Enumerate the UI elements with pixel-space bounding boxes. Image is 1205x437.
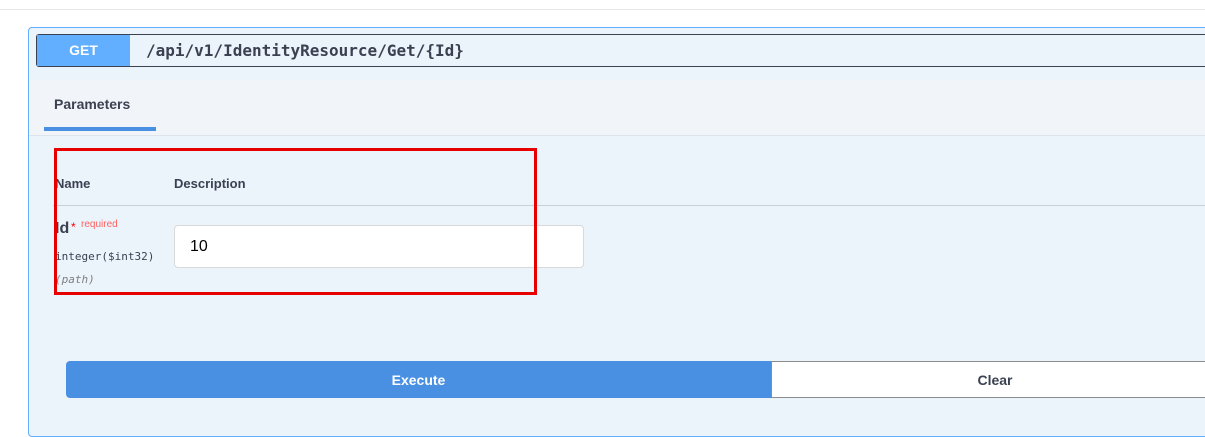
- id-parameter-input[interactable]: [174, 225, 584, 268]
- required-label: required: [81, 219, 118, 230]
- method-badge: GET: [37, 35, 130, 66]
- tab-parameters[interactable]: Parameters: [54, 96, 130, 112]
- column-header-description: Description: [174, 176, 246, 191]
- execute-button[interactable]: Execute: [66, 361, 771, 398]
- table-header-divider: [53, 205, 1205, 206]
- parameter-location: (path): [55, 273, 95, 286]
- tab-active-indicator: [44, 127, 156, 131]
- highlight-box: [54, 148, 537, 295]
- parameter-type: integer($int32): [55, 250, 155, 263]
- top-divider: [0, 9, 1205, 10]
- column-header-name: Name: [55, 176, 91, 191]
- parameters-header: [29, 80, 1205, 136]
- endpoint-path: /api/v1/IdentityResource/Get/{Id}: [146, 41, 464, 60]
- operation-block-get: GET /api/v1/IdentityResource/Get/{Id} Pa…: [28, 27, 1205, 437]
- parameter-name: Id: [55, 220, 70, 237]
- clear-button[interactable]: Clear: [771, 361, 1205, 398]
- operation-summary[interactable]: GET /api/v1/IdentityResource/Get/{Id}: [36, 34, 1205, 67]
- required-star: *: [71, 220, 76, 234]
